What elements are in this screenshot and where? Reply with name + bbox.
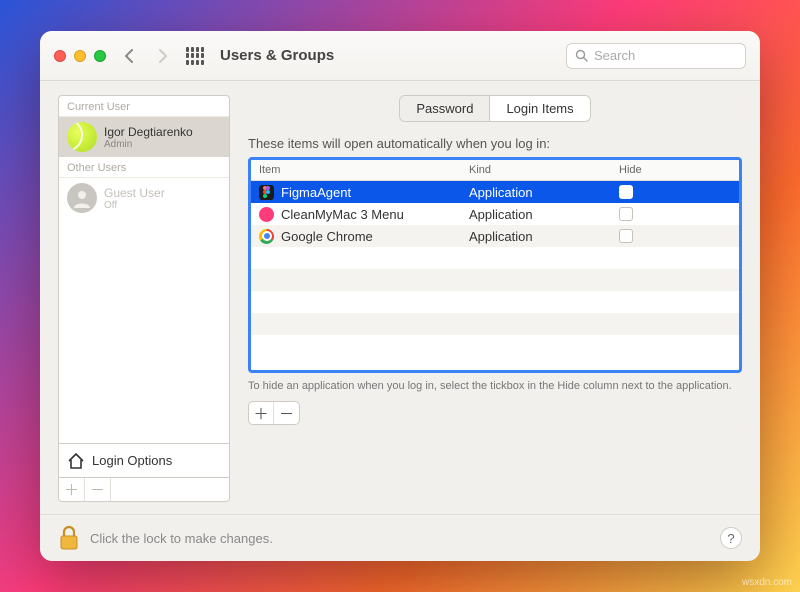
guest-silhouette-icon (71, 187, 93, 209)
sidebar: Current User Igor Degtiarenko Admin Othe… (58, 95, 230, 502)
minimize-button[interactable] (74, 50, 86, 62)
current-user-row[interactable]: Igor Degtiarenko Admin (59, 117, 229, 157)
table-row[interactable]: FigmaAgent Application (251, 181, 739, 203)
sidebar-add-user: ＋ (59, 478, 85, 501)
figma-icon (259, 185, 274, 200)
user-list: Current User Igor Degtiarenko Admin Othe… (58, 95, 230, 444)
tab-password[interactable]: Password (400, 96, 490, 121)
lock-text: Click the lock to make changes. (90, 531, 710, 546)
lock-icon[interactable] (58, 525, 80, 551)
zoom-button[interactable] (94, 50, 106, 62)
main-panel: Password Login Items These items will op… (248, 95, 742, 502)
search-icon (575, 49, 588, 62)
guest-user-row[interactable]: Guest User Off (59, 178, 229, 218)
login-items-plus-minus: ＋ － (248, 401, 300, 425)
col-kind-header[interactable]: Kind (461, 160, 611, 180)
login-items-header: Item Kind Hide (251, 160, 739, 181)
row0-name: FigmaAgent (281, 185, 351, 200)
row1-name: CleanMyMac 3 Menu (281, 207, 404, 222)
row0-kind: Application (461, 181, 611, 204)
sidebar-plus-minus: ＋ － (58, 478, 230, 502)
prefs-window: Users & Groups Search Current User Igor … (40, 31, 760, 561)
login-options-row[interactable]: Login Options (58, 444, 230, 478)
footer-bar: Click the lock to make changes. ? (40, 514, 760, 561)
col-item-header[interactable]: Item (251, 160, 461, 180)
remove-login-item-button[interactable]: － (274, 402, 299, 424)
toolbar: Users & Groups Search (40, 31, 760, 81)
cleanmymac-icon (259, 207, 274, 222)
current-user-heading: Current User (59, 96, 229, 117)
current-user-name: Igor Degtiarenko (104, 125, 193, 139)
search-input[interactable]: Search (566, 43, 746, 69)
row2-hide-checkbox[interactable] (619, 229, 633, 243)
back-button[interactable] (118, 41, 140, 71)
tab-login-items[interactable]: Login Items (490, 96, 589, 121)
login-items-desc: These items will open automatically when… (248, 136, 742, 151)
row2-kind: Application (461, 225, 611, 248)
sidebar-remove-user: － (85, 478, 111, 501)
avatar-current (67, 122, 97, 152)
close-button[interactable] (54, 50, 66, 62)
main-tabs: Password Login Items (399, 95, 590, 122)
col-hide-header[interactable]: Hide (611, 160, 661, 180)
row1-hide-checkbox[interactable] (619, 207, 633, 221)
table-row[interactable]: CleanMyMac 3 Menu Application (251, 203, 739, 225)
guest-user-role: Off (104, 200, 165, 211)
guest-user-name: Guest User (104, 186, 165, 200)
add-login-item-button[interactable]: ＋ (249, 402, 274, 424)
row2-name: Google Chrome (281, 229, 373, 244)
avatar-guest (67, 183, 97, 213)
forward-button (152, 41, 174, 71)
login-items-body: FigmaAgent Application CleanMyMac 3 Menu… (251, 181, 739, 370)
other-users-heading: Other Users (59, 157, 229, 178)
help-button[interactable]: ? (720, 527, 742, 549)
current-user-role: Admin (104, 139, 193, 150)
content-area: Current User Igor Degtiarenko Admin Othe… (40, 81, 760, 514)
window-controls (54, 50, 106, 62)
row0-hide-checkbox[interactable] (619, 185, 633, 199)
house-icon (67, 452, 85, 470)
table-row[interactable]: Google Chrome Application (251, 225, 739, 247)
chrome-icon (259, 229, 274, 244)
show-all-prefs-button[interactable] (186, 47, 204, 65)
hide-hint-label: To hide an application when you log in, … (248, 379, 742, 393)
page-title: Users & Groups (220, 47, 334, 64)
watermark: wsxdn.com (742, 577, 792, 588)
search-placeholder: Search (594, 48, 635, 63)
login-items-table: Item Kind Hide FigmaAgent Application (248, 157, 742, 373)
row1-kind: Application (461, 203, 611, 226)
login-options-label: Login Options (92, 453, 172, 468)
